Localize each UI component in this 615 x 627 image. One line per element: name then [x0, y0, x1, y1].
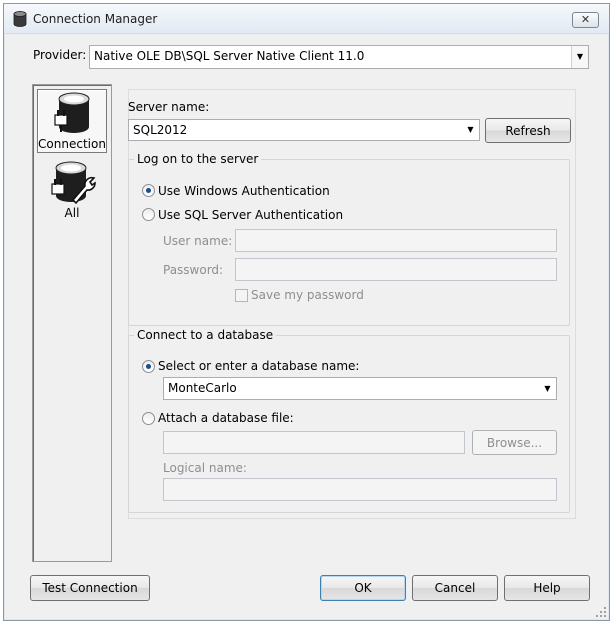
attach-db-file-input[interactable]: [163, 431, 465, 454]
username-input[interactable]: [235, 229, 557, 252]
database-wrench-icon: [51, 161, 96, 205]
attach-db-radio[interactable]: [142, 412, 155, 425]
sidebar-item-label: Connection: [38, 137, 106, 151]
cancel-button[interactable]: Cancel: [412, 575, 498, 601]
logical-name-input[interactable]: [163, 478, 557, 501]
save-password-checkbox[interactable]: [235, 289, 248, 302]
sidebar-item-all[interactable]: All: [37, 159, 107, 221]
server-name-dropdown[interactable]: SQL2012 ▼: [128, 119, 480, 141]
page-sidebar: Connection All: [32, 84, 112, 562]
database-name-value: MonteCarlo: [168, 381, 237, 395]
windows-auth-label[interactable]: Use Windows Authentication: [158, 184, 330, 198]
password-label: Password:: [163, 263, 224, 277]
title-bar[interactable]: Connection Manager ✕: [4, 4, 609, 34]
database-name-dropdown[interactable]: MonteCarlo ▼: [163, 377, 557, 400]
ok-button[interactable]: OK: [320, 575, 406, 601]
logon-group-title: Log on to the server: [134, 152, 262, 166]
sidebar-item-label: All: [64, 206, 80, 220]
help-button[interactable]: Help: [504, 575, 590, 601]
chevron-down-icon[interactable]: ▼: [571, 46, 588, 68]
sql-auth-label[interactable]: Use SQL Server Authentication: [158, 208, 343, 222]
password-input[interactable]: [235, 258, 557, 281]
sql-auth-radio[interactable]: [142, 208, 155, 221]
username-label: User name:: [163, 234, 233, 248]
refresh-button[interactable]: Refresh: [485, 118, 571, 143]
close-button[interactable]: ✕: [572, 12, 599, 28]
provider-label: Provider:: [33, 48, 87, 62]
server-name-label: Server name:: [128, 100, 210, 114]
test-connection-button[interactable]: Test Connection: [30, 575, 150, 601]
select-db-radio[interactable]: [142, 360, 155, 373]
close-icon: ✕: [580, 13, 591, 26]
connection-manager-window: Connection Manager ✕ Provider: Native OL…: [3, 3, 610, 621]
logical-name-label: Logical name:: [163, 461, 247, 475]
browse-button[interactable]: Browse...: [472, 430, 557, 455]
provider-value: Native OLE DB\SQL Server Native Client 1…: [94, 49, 365, 63]
window-title: Connection Manager: [33, 12, 158, 26]
windows-auth-radio[interactable]: [142, 184, 155, 197]
sidebar-item-connection[interactable]: Connection: [37, 89, 107, 153]
resize-grip-icon[interactable]: [595, 606, 607, 618]
chevron-down-icon[interactable]: ▼: [462, 120, 479, 140]
database-plug-icon: [54, 92, 90, 133]
provider-dropdown[interactable]: Native OLE DB\SQL Server Native Client 1…: [89, 45, 589, 69]
server-name-value: SQL2012: [133, 123, 188, 137]
database-group-title: Connect to a database: [134, 328, 277, 342]
attach-db-label[interactable]: Attach a database file:: [158, 411, 294, 425]
select-db-label[interactable]: Select or enter a database name:: [158, 359, 359, 373]
database-icon: [13, 11, 27, 27]
save-password-label[interactable]: Save my password: [251, 288, 364, 302]
chevron-down-icon[interactable]: ▼: [539, 378, 556, 399]
